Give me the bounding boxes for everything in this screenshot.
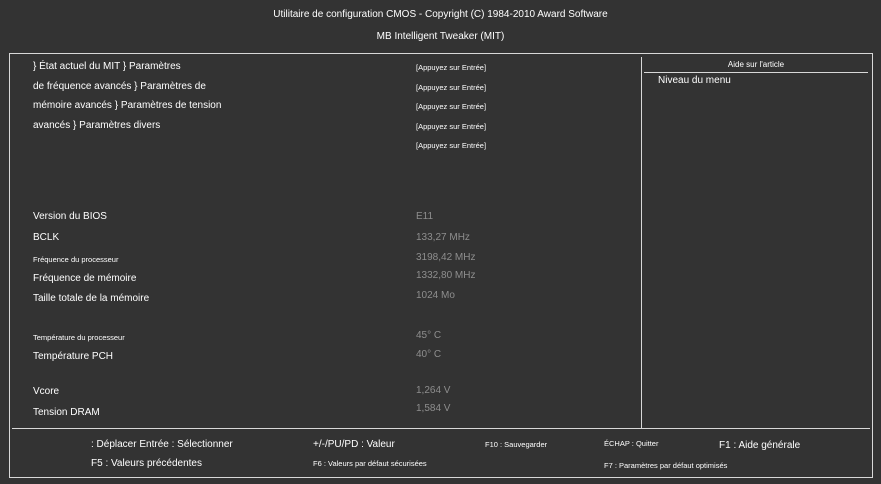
footer-failsafe-defaults: F6 : Valeurs par défaut sécurisées [313, 459, 427, 468]
bios-screen: { "header": { "title": "Utilitaire de co… [0, 0, 881, 484]
press-enter-3[interactable]: [Appuyez sur Entrée] [416, 103, 486, 111]
footer-save: F10 : Sauvegarder [485, 440, 548, 449]
footer-value-keys: +/-/PU/PD : Valeur [313, 439, 395, 450]
app-title: Utilitaire de configuration CMOS - Copyr… [273, 9, 608, 20]
memory-total-label: Taille totale de la mémoire [33, 293, 150, 304]
footer-move-select: : Déplacer Entrée : Sélectionner [91, 439, 233, 450]
cpu-temperature-value: 45° C [416, 330, 442, 341]
bios-version-value: E11 [416, 211, 434, 222]
cpu-temperature-label: Température du processeur [33, 333, 125, 342]
memory-frequency-value: 1332,80 MHz [416, 270, 476, 281]
memory-frequency-label: Fréquence de mémoire [33, 273, 137, 284]
menu-item-advanced-voltage[interactable]: avancés } Paramètres divers [33, 121, 160, 131]
page-title: MB Intelligent Tweaker (MIT) [376, 31, 505, 42]
memory-total-value: 1024 Mo [416, 290, 455, 301]
help-text: Niveau du menu [658, 75, 731, 86]
footer-optimized-defaults: F7 : Paramètres par défaut optimisés [604, 461, 728, 470]
press-enter-5[interactable]: [Appuyez sur Entrée] [416, 142, 486, 150]
menu-item-advanced-frequency[interactable]: de fréquence avancés } Paramètres de [33, 82, 206, 92]
footer-previous-values: F5 : Valeurs précédentes [91, 458, 202, 469]
help-title: Aide sur l'article [727, 60, 785, 69]
menu-item-advanced-memory[interactable]: mémoire avancés } Paramètres de tension [33, 101, 221, 111]
vcore-label: Vcore [33, 386, 60, 397]
bios-version-label: Version du BIOS [33, 211, 107, 222]
menu-item-mit-status[interactable]: } État actuel du MIT } Paramètres [33, 62, 181, 72]
dram-voltage-label: Tension DRAM [33, 407, 100, 418]
footer-quit: ÉCHAP : Quitter [604, 439, 659, 448]
press-enter-1[interactable]: [Appuyez sur Entrée] [416, 64, 486, 72]
pch-temperature-label: Température PCH [33, 351, 114, 362]
press-enter-4[interactable]: [Appuyez sur Entrée] [416, 123, 486, 131]
bclk-label: BCLK [33, 232, 60, 243]
cpu-frequency-label: Fréquence du processeur [33, 255, 119, 264]
cpu-frequency-value: 3198,42 MHz [416, 252, 476, 263]
footer-general-help: F1 : Aide générale [719, 440, 801, 451]
footer-divider [12, 428, 870, 429]
press-enter-2[interactable]: [Appuyez sur Entrée] [416, 84, 486, 92]
vcore-value: 1,264 V [416, 385, 451, 396]
dram-voltage-value: 1,584 V [416, 403, 451, 414]
panel-divider [641, 57, 642, 428]
bclk-value: 133,27 MHz [416, 232, 470, 243]
pch-temperature-value: 40° C [416, 349, 442, 360]
main-frame [9, 53, 873, 478]
